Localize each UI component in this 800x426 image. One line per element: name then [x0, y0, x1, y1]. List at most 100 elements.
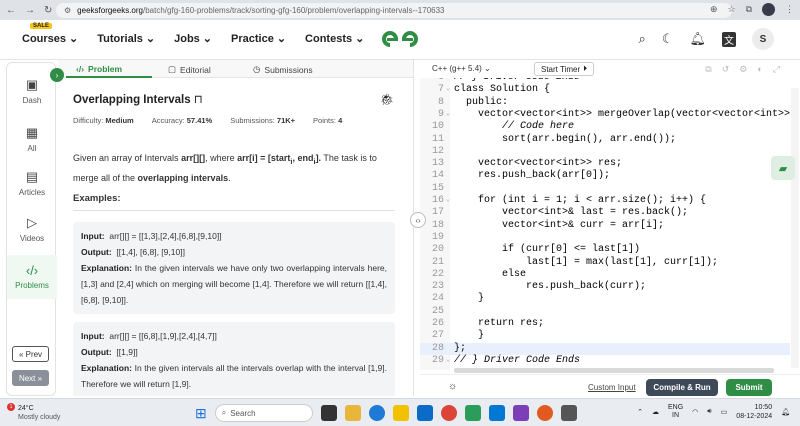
code-editor[interactable]: 6// } Driver Code Ends7⌄class Solution {…: [420, 78, 790, 370]
chevron-down-icon: ⌄: [145, 33, 156, 45]
chrome-icon[interactable]: [440, 405, 457, 421]
code-line[interactable]: 10 // Code here: [420, 121, 790, 133]
panel-resize-handle[interactable]: ‹›: [410, 212, 426, 228]
app-icon[interactable]: [464, 405, 481, 421]
rail-item-all[interactable]: ▦ All: [7, 125, 57, 153]
chat-button[interactable]: ▰: [771, 156, 795, 180]
code-line[interactable]: 14 res.push_back(arr[0]);: [420, 170, 790, 182]
code-line[interactable]: 29 ⌄ // } Driver Code Ends: [420, 355, 790, 367]
next-button[interactable]: Next »: [12, 370, 49, 386]
notification-bell-icon[interactable]: 🔔︎: [689, 31, 706, 47]
battery-icon[interactable]: ▭: [721, 408, 728, 416]
back-icon[interactable]: ←: [6, 5, 16, 16]
outlook-icon[interactable]: [416, 405, 433, 421]
code-line[interactable]: 25: [420, 306, 790, 318]
translate-icon[interactable]: 文: [722, 31, 736, 47]
code-line[interactable]: 15: [420, 183, 790, 195]
weather-widget[interactable]: 1 24°C Mostly cloudy: [7, 403, 60, 422]
menu-practice[interactable]: Practice ⌄: [231, 32, 286, 46]
fullscreen-icon[interactable]: ⤢: [773, 64, 780, 75]
expand-sidebar-button[interactable]: ›: [50, 68, 64, 82]
clock[interactable]: 10:50 08-12-2024: [736, 403, 772, 421]
user-avatar[interactable]: S: [752, 28, 774, 50]
rail-item-problems[interactable]: ‹/› Problems: [7, 255, 57, 299]
app-icon[interactable]: [488, 405, 505, 421]
code-line[interactable]: 13 vector<vector<int>> res;: [420, 158, 790, 170]
extensions-icon[interactable]: ⧉: [746, 4, 752, 15]
copilot-icon[interactable]: [344, 405, 361, 421]
code-line[interactable]: 21 last[1] = max(last[1], curr[1]);: [420, 257, 790, 269]
menu-dots-icon[interactable]: ⋮: [785, 4, 794, 15]
reload-icon[interactable]: ↻: [44, 5, 52, 16]
code-line[interactable]: 23 res.push_back(curr);: [420, 281, 790, 293]
custom-input-link[interactable]: Custom Input: [588, 383, 636, 392]
code-line[interactable]: 17 vector<int>& last = res.back();: [420, 207, 790, 219]
search-icon[interactable]: ⌕: [639, 31, 646, 47]
address-bar[interactable]: ⚙ geeksforgeeks.org/batch/gfg-160-proble…: [56, 3, 732, 18]
rail-item-articles[interactable]: ▤ Articles: [7, 169, 57, 197]
fold-chevron-icon[interactable]: ⌄: [446, 109, 450, 118]
code-line[interactable]: 18 vector<int>& curr = arr[i];: [420, 220, 790, 232]
fold-chevron-icon[interactable]: ⌄: [446, 355, 450, 364]
menu-contests[interactable]: Contests ⌄: [305, 32, 364, 46]
reset-icon[interactable]: ↺: [722, 64, 730, 75]
bookmark-star-icon[interactable]: ☆: [727, 4, 735, 15]
profile-avatar[interactable]: [762, 3, 775, 16]
prev-button[interactable]: « Prev: [12, 346, 49, 362]
menu-jobs[interactable]: Jobs ⌄: [174, 32, 212, 46]
fold-chevron-icon[interactable]: ⌄: [446, 195, 450, 204]
code-line[interactable]: 26 return res;: [420, 318, 790, 330]
code-line[interactable]: 28};: [420, 342, 790, 355]
tab-problem[interactable]: ‹/› Problem: [76, 64, 122, 74]
cloud-icon[interactable]: ☁: [652, 408, 659, 416]
copy-icon[interactable]: ⧉: [705, 64, 711, 75]
dark-mode-icon[interactable]: ☾: [662, 31, 674, 47]
code-line[interactable]: 8 public:: [420, 97, 790, 109]
compile-run-button[interactable]: Compile & Run: [646, 379, 718, 396]
forward-icon[interactable]: →: [25, 5, 35, 16]
code-line[interactable]: 19: [420, 232, 790, 244]
editor-vertical-scrollbar[interactable]: [791, 88, 799, 368]
code-line[interactable]: 22 else: [420, 269, 790, 281]
code-line[interactable]: 12: [420, 146, 790, 158]
start-timer-button[interactable]: Start Timer ⏵: [534, 62, 595, 76]
gfg-logo[interactable]: [378, 27, 422, 51]
language-select[interactable]: C++ (g++ 5.4) ⌄: [432, 64, 491, 73]
code-line[interactable]: 9 ⌄ vector<vector<int>> mergeOverlap(vect…: [420, 109, 790, 121]
taskbar-search[interactable]: ⌕ Search: [214, 404, 313, 422]
menu-courses[interactable]: Courses ⌄: [22, 32, 78, 46]
fold-chevron-icon[interactable]: ⌄: [446, 84, 450, 93]
tab-submissions[interactable]: ◷ Submissions: [253, 64, 313, 75]
code-line[interactable]: 24 }: [420, 293, 790, 305]
volume-icon[interactable]: 🔊︎: [707, 408, 711, 416]
editor-horizontal-scrollbar[interactable]: [454, 368, 774, 373]
submit-button[interactable]: Submit: [726, 379, 772, 396]
rail-item-videos[interactable]: ▷ Videos: [7, 215, 57, 243]
zoom-icon[interactable]: ⊕: [710, 4, 718, 15]
app-icon[interactable]: [512, 405, 529, 421]
menu-tutorials[interactable]: Tutorials ⌄: [97, 32, 156, 46]
chrome-profile-icon[interactable]: [536, 405, 553, 421]
edge-icon[interactable]: [368, 405, 385, 421]
app-icon[interactable]: [560, 405, 577, 421]
settings-icon[interactable]: ⚙: [739, 64, 747, 75]
code-line[interactable]: 27 }: [420, 330, 790, 342]
code-line[interactable]: 16 ⌄ for (int i = 1; i < arr.size(); i++)…: [420, 195, 790, 207]
code-line[interactable]: 20 if (curr[0] <= last[1]): [420, 244, 790, 256]
bug-report-icon[interactable]: 🐞︎: [380, 93, 394, 106]
code-line[interactable]: 11 sort(arr.begin(), arr.end());: [420, 134, 790, 146]
chevron-up-icon[interactable]: ⌃: [637, 408, 643, 416]
site-info-icon[interactable]: ⚙: [64, 6, 71, 15]
rail-item-dash[interactable]: ▣ Dash: [7, 77, 57, 105]
theme-icon[interactable]: ◐: [757, 64, 762, 75]
wifi-icon[interactable]: ◠: [692, 408, 698, 416]
windows-start-icon[interactable]: ⊞: [195, 405, 207, 422]
task-view-icon[interactable]: [320, 405, 337, 421]
code-line[interactable]: 7 ⌄ class Solution {: [420, 84, 790, 96]
lightbulb-icon[interactable]: ☼: [448, 381, 457, 392]
file-explorer-icon[interactable]: [392, 405, 409, 421]
language-indicator[interactable]: ENG IN: [668, 404, 683, 420]
tab-editorial[interactable]: ▢ Editorial: [168, 64, 211, 75]
bookmark-icon[interactable]: ⊓: [191, 94, 203, 106]
notifications-icon[interactable]: 🔔︎: [781, 408, 790, 416]
